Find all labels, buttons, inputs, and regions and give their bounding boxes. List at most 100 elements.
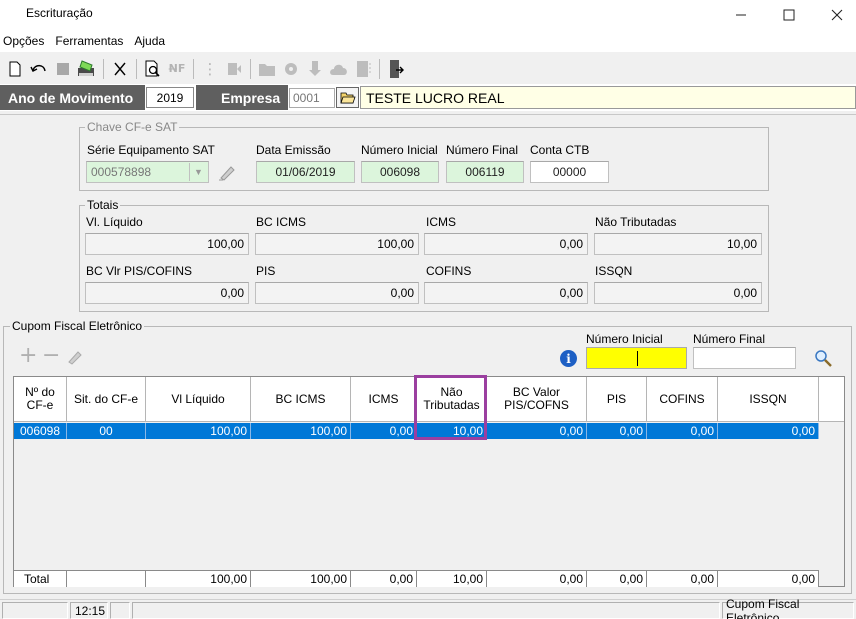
stop-button[interactable] <box>51 58 75 80</box>
maximize-icon <box>783 9 795 21</box>
total-bc-icms: 100,00 <box>251 570 351 587</box>
cell-icms[interactable]: 0,00 <box>351 423 417 439</box>
pencil-icon <box>219 166 235 181</box>
print-preview-icon <box>145 60 160 77</box>
tree-button[interactable]: ⋮ <box>198 58 222 80</box>
import-button[interactable] <box>222 58 246 80</box>
status-bar: 12:15 Cupom Fiscal Eletrônico <box>0 597 856 619</box>
data-emissao-field[interactable]: 01/06/2019 <box>256 161 355 183</box>
doc-tool-button[interactable] <box>351 58 375 80</box>
cupom-numero-final-label: Número Final <box>693 332 766 346</box>
search-button[interactable] <box>813 348 833 371</box>
col-header-pis[interactable]: PIS <box>587 377 647 422</box>
empresa-name-field: TESTE LUCRO REAL <box>360 86 856 109</box>
gear-tool-button[interactable] <box>279 58 303 80</box>
col-header-bc-pis-cofins[interactable]: BC Valor PIS/COFNS <box>487 377 587 422</box>
conta-ctb-field[interactable]: 00000 <box>530 161 609 183</box>
nao-tributadas-label: Não Tributadas <box>595 215 677 229</box>
cell-numero[interactable]: 006098 <box>14 423 67 439</box>
status-panel-message <box>132 602 720 619</box>
search-icon <box>815 350 832 367</box>
total-cofins: 0,00 <box>647 570 718 587</box>
undo-button[interactable] <box>27 58 51 80</box>
numero-final-field[interactable]: 006119 <box>446 161 524 183</box>
minus-icon: − <box>42 343 61 368</box>
menu-ajuda[interactable]: Ajuda <box>130 34 172 48</box>
tree-icon: ⋮ <box>202 59 218 78</box>
data-emissao-label: Data Emissão <box>256 143 331 157</box>
nfe-button[interactable]: N̶F <box>165 58 189 80</box>
stop-icon <box>57 62 69 75</box>
undo-icon <box>30 64 46 72</box>
issqn-label: ISSQN <box>595 264 633 278</box>
info-glyph: i <box>566 351 571 366</box>
window-title: Escrituração <box>26 6 93 20</box>
new-button[interactable] <box>3 58 27 80</box>
status-time: 12:15 <box>70 602 108 619</box>
cell-bc-pis-cofins[interactable]: 0,00 <box>487 423 587 439</box>
col-header-bc-icms[interactable]: BC ICMS <box>251 377 351 422</box>
totais-legend: Totais <box>85 198 121 212</box>
bc-icms-field: 100,00 <box>255 233 419 255</box>
cloud-icon <box>330 64 347 75</box>
col-header-situacao[interactable]: Sit. do CF-e <box>67 377 146 422</box>
col-header-issqn[interactable]: ISSQN <box>718 377 819 422</box>
col-header-icms[interactable]: ICMS <box>351 377 417 422</box>
nao-tributadas-field: 10,00 <box>594 233 762 255</box>
process-button[interactable] <box>75 58 99 80</box>
ano-movimento-label: Ano de Movimento <box>0 85 145 110</box>
ano-movimento-field[interactable]: 2019 <box>146 87 194 108</box>
download-icon <box>309 60 321 76</box>
col-header-vl-liquido[interactable]: Vl Líquido <box>146 377 251 422</box>
remove-button[interactable]: − <box>42 345 60 367</box>
open-folder-icon <box>339 92 356 103</box>
divider <box>0 114 856 115</box>
numero-inicial-field[interactable]: 006098 <box>361 161 439 183</box>
cell-issqn[interactable]: 0,00 <box>718 423 819 439</box>
close-button[interactable] <box>814 0 856 30</box>
nfe-icon: N̶F <box>168 62 186 75</box>
cell-cofins[interactable]: 0,00 <box>647 423 718 439</box>
col-header-numero[interactable]: Nº do CF-e <box>14 377 67 422</box>
vl-liquido-label: Vl. Líquido <box>86 215 143 229</box>
maximize-button[interactable] <box>766 0 812 30</box>
col-header-cofins[interactable]: COFINS <box>647 377 718 422</box>
info-icon[interactable]: i <box>560 350 577 367</box>
cupom-legend: Cupom Fiscal Eletrônico <box>10 319 145 333</box>
status-panel-small <box>110 602 130 619</box>
text-cursor <box>637 351 638 366</box>
cell-bc-icms[interactable]: 100,00 <box>251 423 351 439</box>
serie-select[interactable]: 000578898 ▼ <box>86 161 209 183</box>
empresa-lookup-button[interactable] <box>336 87 359 108</box>
close-icon <box>831 9 843 21</box>
pis-field: 0,00 <box>255 282 419 304</box>
import-icon <box>228 62 241 75</box>
edit-cupom-button[interactable] <box>66 347 84 368</box>
cupom-numero-final-input[interactable] <box>693 347 796 369</box>
download-tool-button[interactable] <box>303 58 327 80</box>
add-button[interactable]: + <box>19 345 37 367</box>
edit-serie-button[interactable] <box>217 162 237 185</box>
exit-button[interactable] <box>384 58 408 80</box>
icms-field: 0,00 <box>424 233 588 255</box>
menu-ferramentas[interactable]: Ferramentas <box>51 34 130 48</box>
cofins-field: 0,00 <box>424 282 588 304</box>
minimize-button[interactable] <box>718 0 764 30</box>
preview-button[interactable] <box>141 58 165 80</box>
total-bc-pis-cofins: 0,00 <box>487 570 587 587</box>
cell-pis[interactable]: 0,00 <box>587 423 647 439</box>
exit-door-icon <box>390 59 404 78</box>
document-icon <box>357 60 371 77</box>
menu-opcoes[interactable]: Opções <box>0 34 51 48</box>
folder-tool-button[interactable] <box>255 58 279 80</box>
empresa-code-field[interactable]: 0001 <box>289 88 335 108</box>
folder-icon <box>259 63 275 76</box>
cut-button[interactable] <box>108 58 132 80</box>
cell-vl-liquido[interactable]: 100,00 <box>146 423 251 439</box>
cell-situacao[interactable]: 00 <box>67 423 146 439</box>
menu-bar: Opções Ferramentas Ajuda <box>0 30 856 52</box>
bc-pis-cofins-field: 0,00 <box>85 282 249 304</box>
cupom-numero-inicial-input[interactable] <box>586 347 687 369</box>
status-panel-empty <box>2 602 68 619</box>
cloud-tool-button[interactable] <box>327 58 351 80</box>
